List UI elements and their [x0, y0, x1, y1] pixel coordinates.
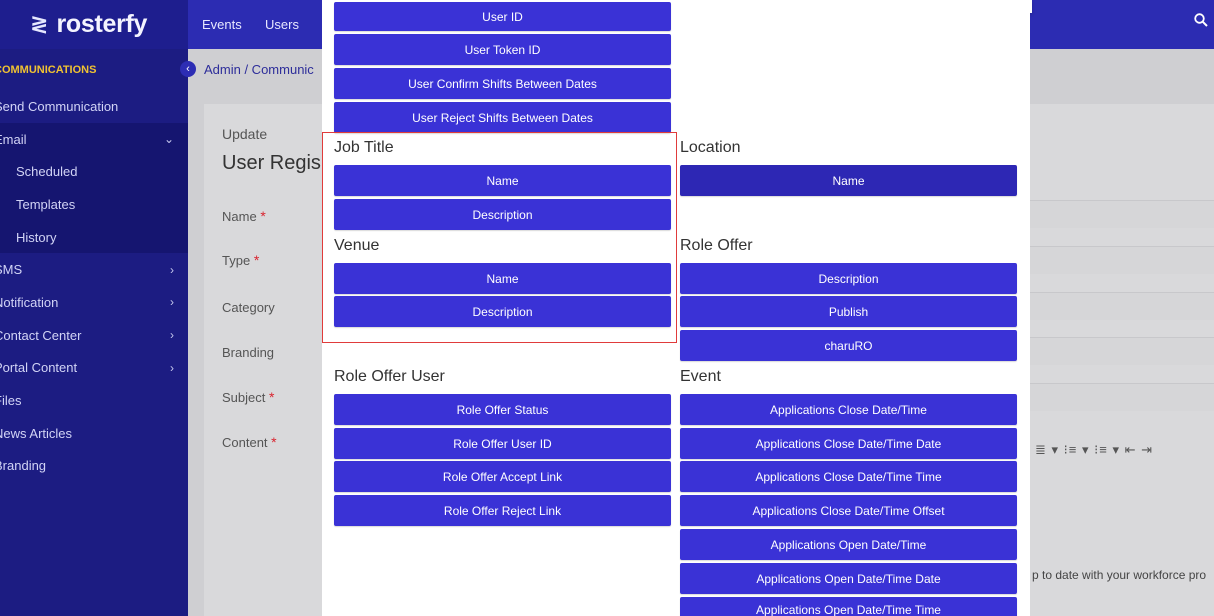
field-job-title-name-button[interactable]: Name	[334, 165, 671, 196]
required-mark: *	[253, 252, 260, 268]
sidebar-item-email[interactable]: Email ⌄	[0, 122, 188, 156]
field-role-offer-status-button[interactable]: Role Offer Status	[334, 394, 671, 425]
subject-input[interactable]	[1030, 383, 1214, 411]
required-mark: *	[271, 434, 277, 450]
sidebar-item-templates[interactable]: Templates	[0, 188, 188, 221]
sidebar-item-history[interactable]: History	[0, 220, 188, 254]
name-input[interactable]	[1030, 200, 1214, 228]
field-role-offer-accept-link-button[interactable]: Role Offer Accept Link	[334, 461, 671, 492]
section-title-role-offer: Role Offer	[680, 237, 753, 254]
rosterfy-logo-icon: ≷	[30, 12, 49, 37]
field-role-offer-user-id-button[interactable]: Role Offer User ID	[334, 428, 671, 459]
sidebar-item-files[interactable]: Files	[0, 384, 188, 417]
editor-content-text[interactable]: p to date with your workforce pro	[1032, 568, 1206, 582]
field-location-name-button[interactable]: Name	[680, 165, 1017, 196]
sidebar-item-news-articles[interactable]: News Articles	[0, 417, 188, 450]
field-event-applications-close-date-button[interactable]: Applications Close Date/Time Date	[680, 428, 1017, 459]
chevron-down-icon: ⌄	[163, 132, 174, 147]
sidebar-item-label: Branding	[0, 458, 47, 474]
field-event-applications-close-button[interactable]: Applications Close Date/Time	[680, 394, 1017, 425]
merge-field-modal: User ID User Token ID User Confirm Shift…	[322, 0, 1030, 616]
field-user-confirm-shifts-button[interactable]: User Confirm Shifts Between Dates	[334, 68, 671, 99]
sidebar-item-label: SMS	[0, 262, 23, 278]
logo-text: rosterfy	[56, 10, 148, 38]
breadcrumb[interactable]: Admin / Communic	[204, 62, 314, 77]
form-label-branding: Branding	[222, 345, 275, 360]
field-event-applications-close-offset-button[interactable]: Applications Close Date/Time Offset	[680, 495, 1017, 526]
sidebar-item-sms[interactable]: SMS ›	[0, 253, 188, 286]
sidebar-item-label: Notification	[0, 294, 59, 310]
sidebar-item-label: Send Communication	[0, 98, 119, 114]
field-venue-description-button[interactable]: Description	[334, 296, 671, 327]
form-label-category: Category	[222, 300, 275, 315]
required-mark: *	[269, 389, 275, 405]
field-user-token-id-button[interactable]: User Token ID	[334, 34, 671, 65]
section-title-event: Event	[680, 368, 721, 385]
page-title: User Regis	[222, 152, 321, 174]
chevron-right-icon: ›	[170, 328, 174, 343]
form-label-subject: Subject *	[222, 389, 274, 405]
sidebar-item-contact-center[interactable]: Contact Center ›	[0, 319, 188, 352]
nav-link-users[interactable]: Users	[265, 17, 299, 32]
field-role-offer-reject-link-button[interactable]: Role Offer Reject Link	[334, 495, 671, 526]
label-text: Type	[222, 253, 251, 268]
sidebar-item-notification[interactable]: Notification ›	[0, 286, 188, 319]
chevron-right-icon: ›	[170, 295, 174, 310]
search-icon[interactable]	[1194, 13, 1208, 31]
chevron-right-icon: ›	[170, 262, 174, 277]
chevron-right-icon: ›	[170, 360, 174, 375]
sidebar-item-label: Files	[0, 393, 22, 409]
sidebar-item-label: Templates	[16, 196, 76, 212]
form-label-name: Name *	[222, 208, 266, 224]
type-select[interactable]	[1030, 246, 1214, 274]
sidebar-item-scheduled[interactable]: Scheduled	[0, 155, 188, 189]
section-title-location: Location	[680, 139, 741, 156]
sidebar-item-label: Scheduled	[16, 164, 78, 180]
sidebar-item-label: News Articles	[0, 425, 73, 441]
field-job-title-description-button[interactable]: Description	[334, 199, 671, 230]
required-mark: *	[260, 208, 266, 224]
field-event-applications-open-date-button[interactable]: Applications Open Date/Time Date	[680, 563, 1017, 594]
field-event-applications-close-time-button[interactable]: Applications Close Date/Time Time	[680, 461, 1017, 492]
section-title-job-title: Job Title	[334, 139, 394, 156]
sidebar-item-label: Portal Content	[0, 360, 78, 376]
sidebar-item-branding[interactable]: Branding	[0, 450, 188, 483]
category-select[interactable]	[1030, 292, 1214, 320]
field-role-offer-charuro-button[interactable]: charuRO	[680, 330, 1017, 361]
branding-select[interactable]	[1030, 337, 1214, 365]
field-role-offer-publish-button[interactable]: Publish	[680, 296, 1017, 327]
field-venue-name-button[interactable]: Name	[334, 263, 671, 294]
section-title-role-offer-user: Role Offer User	[334, 368, 445, 385]
form-label-content: Content *	[222, 434, 277, 450]
collapse-arrow-icon[interactable]: ‹	[180, 61, 196, 77]
label-text: Content	[222, 435, 268, 450]
label-text: Name	[222, 209, 257, 224]
field-user-id-button[interactable]: User ID	[334, 2, 671, 31]
editor-toolbar[interactable]: ≣ ▾ ⁝≡ ▾ ⁝≡ ▾ ⇤ ⇥	[1035, 442, 1153, 458]
sidebar-item-label: History	[16, 229, 57, 245]
field-event-applications-open-button[interactable]: Applications Open Date/Time	[680, 529, 1017, 560]
nav-link-events[interactable]: Events	[202, 17, 242, 32]
sidebar-item-portal-content[interactable]: Portal Content ›	[0, 352, 188, 385]
sidebar: COMMUNICATIONS Send Communication Email ⌄…	[0, 49, 188, 616]
sidebar-header: COMMUNICATIONS	[0, 63, 97, 76]
sidebar-item-label: Contact Center	[0, 327, 82, 343]
logo[interactable]: ≷ rosterfy	[0, 0, 188, 49]
sidebar-item-label: Email	[0, 131, 27, 147]
sidebar-item-send-communication[interactable]: Send Communication	[0, 90, 188, 123]
label-text: Subject	[222, 390, 266, 405]
section-title-venue: Venue	[334, 237, 380, 254]
page-subtitle: Update	[222, 126, 268, 142]
form-label-type: Type *	[222, 252, 259, 268]
field-role-offer-description-button[interactable]: Description	[680, 263, 1017, 294]
field-user-reject-shifts-button[interactable]: User Reject Shifts Between Dates	[334, 102, 671, 133]
field-event-applications-open-time-button[interactable]: Applications Open Date/Time Time	[680, 597, 1017, 616]
